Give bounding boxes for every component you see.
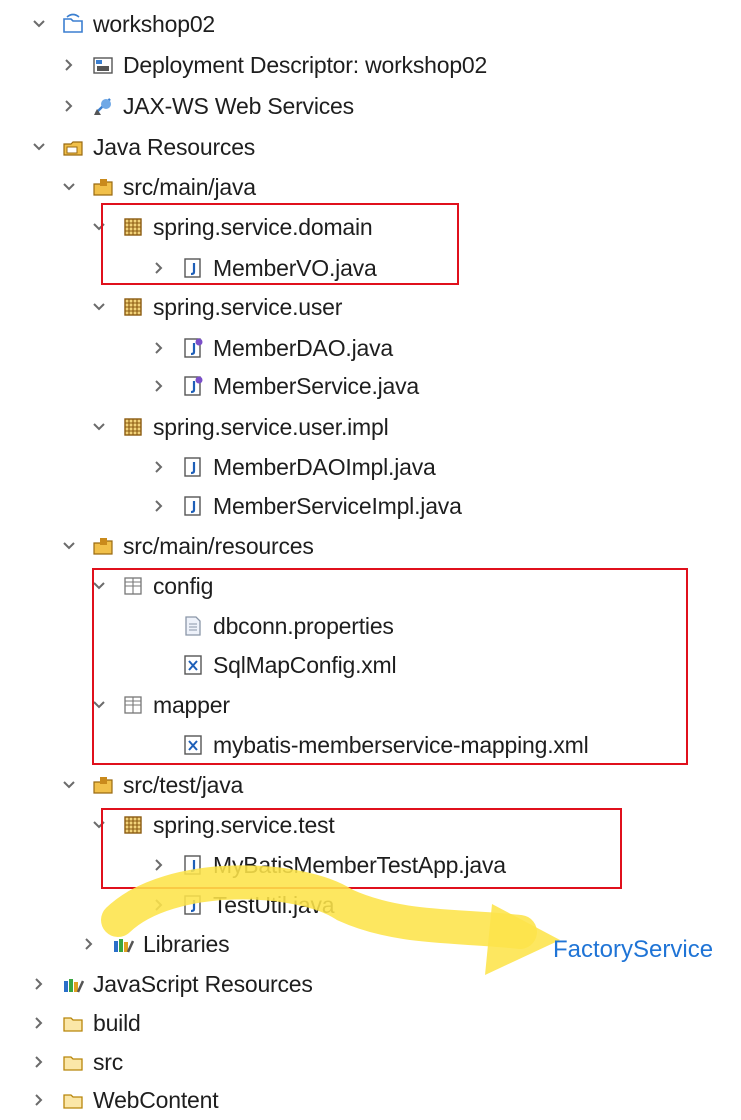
factory-service-label: FactoryService [553,936,714,963]
